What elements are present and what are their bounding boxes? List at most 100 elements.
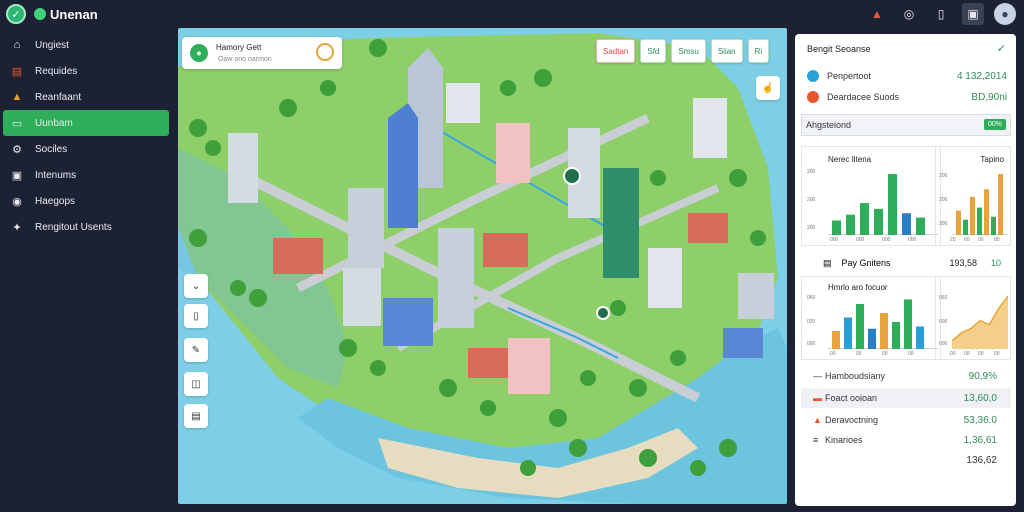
- stat-row: 136,62: [801, 450, 1011, 470]
- chart-bar: [956, 210, 961, 235]
- sidebar-item-haegops[interactable]: ◉ Haegops: [3, 188, 169, 214]
- app-title: Unenan: [50, 6, 98, 22]
- chart-1-ytick: 200: [807, 225, 816, 231]
- chip-sadtan[interactable]: Sadtan: [596, 39, 636, 63]
- chip-sfd[interactable]: Sfd: [640, 39, 667, 63]
- chart-bar: [984, 189, 989, 235]
- blue-dot-icon: [807, 70, 819, 82]
- chart-bar: [868, 328, 876, 349]
- stat-row[interactable]: ▬ Foact ooioan 13,60,0: [801, 388, 1011, 408]
- hand-tool-icon[interactable]: ☝: [756, 76, 780, 100]
- stat-label: Deravoctning: [825, 415, 879, 425]
- map-icon: ▭: [11, 117, 23, 130]
- gear-icon: ⚙: [12, 143, 22, 156]
- sidebar-item-label: Intenums: [35, 169, 77, 181]
- sidebar-item-reanfaant[interactable]: ▲ Reanfaant: [3, 84, 169, 110]
- summary-row: Deardacee Suods BD,90ni: [807, 89, 1007, 105]
- house-16: [483, 233, 528, 267]
- mic-icon[interactable]: ▯: [930, 3, 952, 25]
- building-14: [446, 83, 480, 123]
- chart-1-title: Nerec Iltena: [828, 155, 872, 164]
- star-icon: ✦: [12, 221, 22, 234]
- map-view[interactable]: ● Hamory Gett Oaw ono oarmon Sadtan Sfd …: [178, 28, 787, 504]
- app-logo-icon: ✓: [6, 4, 26, 24]
- chart-4-plot: [952, 295, 1008, 349]
- pay-extra: 10: [990, 258, 1001, 268]
- sidebar: ⌂ Ungiest ▤ Requides ▲ Reanfaant ▭ Uunba…: [0, 28, 172, 512]
- chart-4-ytick: 000: [939, 319, 948, 325]
- sidebar-item-uunbam[interactable]: ▭ Uunbam: [3, 110, 169, 136]
- chart-4-xtick: 00: [978, 351, 984, 357]
- map-filter-chips: Sadtan Sfd Smsu Siian Ri: [596, 39, 770, 63]
- tower-11: [648, 248, 682, 308]
- export-tool-icon[interactable]: ▤: [184, 404, 208, 428]
- chart-2-ytick: 300: [939, 221, 948, 227]
- chart-bar: [977, 207, 982, 235]
- share-icon[interactable]: ▣: [962, 3, 984, 25]
- chart-3-ytick: 020: [807, 319, 816, 325]
- chip-smsu[interactable]: Smsu: [671, 39, 706, 63]
- building-9: [383, 298, 433, 346]
- sidebar-item-rengitout-usents[interactable]: ✦ Rengitout Usents: [3, 214, 169, 240]
- layers-tool-icon[interactable]: ▯: [184, 304, 208, 328]
- orange-dot-icon: [807, 91, 819, 103]
- chart-bar: [856, 303, 864, 349]
- search-icon[interactable]: [316, 43, 334, 61]
- sidebar-item-ungiest[interactable]: ⌂ Ungiest: [3, 32, 169, 58]
- summary-value: 4 132,2014: [956, 70, 1007, 82]
- sidebar-item-intenums[interactable]: ▣ Intenums: [3, 162, 169, 188]
- section-label: Ahgsteiond: [806, 120, 852, 130]
- sidebar-item-sociles[interactable]: ⚙ Sociles: [3, 136, 169, 162]
- tower-7: [228, 133, 258, 203]
- chart-bar: [832, 220, 841, 235]
- location-title: Hamory Gett: [216, 43, 262, 52]
- section-bar[interactable]: Ahgsteiond 00%: [801, 114, 1011, 136]
- chart-1-value: Tapino: [980, 155, 1004, 164]
- house-15: [273, 238, 323, 274]
- chart-bar: [888, 174, 897, 235]
- chart-1-xtick: 000: [856, 237, 865, 243]
- search-icon[interactable]: ◎: [898, 3, 920, 25]
- sidebar-item-requides[interactable]: ▤ Requides: [3, 58, 169, 84]
- section-badge: 00%: [983, 119, 1006, 130]
- location-subtitle: Oaw ono oarmon: [218, 56, 272, 63]
- chevron-down-icon[interactable]: ⌄: [184, 274, 208, 298]
- chart-bar: [846, 214, 855, 235]
- avatar-icon[interactable]: ●: [994, 3, 1016, 25]
- fire-icon[interactable]: ▲: [866, 3, 888, 25]
- stat-label: Kinarioes: [825, 435, 863, 445]
- measure-tool-icon[interactable]: ◫: [184, 372, 208, 396]
- check-icon[interactable]: ✓: [997, 42, 1006, 55]
- location-search-card[interactable]: ● Hamory Gett Oaw ono oarmon: [182, 37, 342, 69]
- chart-3-xtick: 00: [908, 351, 914, 357]
- fire-icon: ▲: [813, 415, 822, 425]
- sidebar-item-label: Sociles: [35, 143, 68, 155]
- chart-bar: [998, 174, 1003, 235]
- chart-3-ytick: 000: [807, 341, 816, 347]
- chart-bar: [832, 330, 840, 349]
- tower-12: [693, 98, 727, 158]
- chart-4-xtick: 00: [964, 351, 970, 357]
- top-bar: ✓ Unenan ▲ ◎ ▯ ▣ ●: [0, 0, 1024, 28]
- chip-ri[interactable]: Ri: [747, 39, 770, 63]
- brand[interactable]: ✓ Unenan: [6, 4, 98, 24]
- stat-row[interactable]: ▲ Deravoctning 53,36.0: [801, 410, 1011, 430]
- chart-bar: [991, 216, 996, 235]
- chart-bar: [970, 196, 975, 235]
- chart-3-xtick: 00: [856, 351, 862, 357]
- chip-siian[interactable]: Siian: [710, 39, 743, 63]
- chart-bar: [963, 219, 968, 235]
- stat-value: 136,62: [966, 454, 997, 466]
- chart-2-xtick: 60: [964, 237, 970, 243]
- map-marker-icon: [563, 167, 581, 185]
- stat-row[interactable]: ≡ Kinarioes 1,36,61: [801, 430, 1011, 450]
- panel-header: Bengit Seoanse: [807, 44, 871, 54]
- draw-tool-icon[interactable]: ✎: [184, 338, 208, 362]
- warning-icon: ▲: [11, 91, 23, 103]
- chart-1-xtick: 000: [830, 237, 839, 243]
- chart-bar: [860, 203, 869, 235]
- lock-icon: ▣: [11, 169, 23, 182]
- stat-row[interactable]: — Hamboudsiany 90,9%: [801, 366, 1011, 386]
- chart-bar: [904, 299, 912, 349]
- summary-label: Penpertoot: [827, 71, 872, 81]
